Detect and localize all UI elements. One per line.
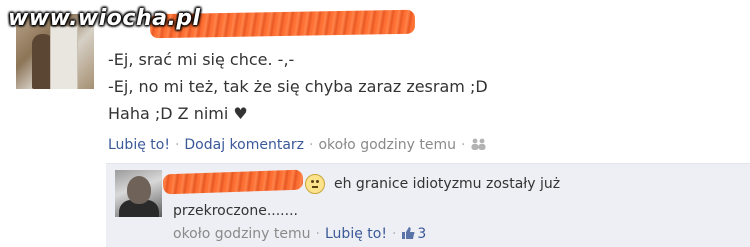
post-line-1: -Ej, srać mi się chce. -,-: [108, 50, 295, 69]
comment-text-line-2: przekroczone.......: [173, 203, 298, 219]
like-count-value: 3: [417, 226, 427, 242]
comment-actions: około godziny temu · Lubię to! · 3: [173, 224, 426, 242]
post-actions: Lubię to! · Dodaj komentarz · około godziny …: [108, 137, 488, 153]
watermark-logo: www.wiocha.pl: [8, 6, 201, 31]
separator: ·: [461, 137, 466, 153]
separator: ·: [174, 137, 180, 153]
people-icon[interactable]: [470, 138, 488, 150]
comment-timestamp[interactable]: około godziny temu: [173, 226, 311, 242]
post-line-2: -Ej, no mi też, tak że się chyba zaraz z…: [108, 77, 488, 96]
comment-like-link[interactable]: Lubię to!: [325, 226, 387, 242]
add-comment-link[interactable]: Dodaj komentarz: [184, 137, 304, 153]
thumbs-up-icon: [401, 226, 415, 240]
comment-like-count[interactable]: 3: [401, 226, 426, 242]
separator: ·: [391, 226, 397, 242]
post-line-3: Haha ;D Z nimi ♥: [108, 104, 248, 123]
smiley-icon: [305, 174, 325, 194]
commenter-avatar[interactable]: [115, 170, 162, 217]
comment-text-line-1: eh granice idiotyzmu zostały już: [334, 176, 561, 192]
separator: ·: [309, 137, 314, 153]
separator: ·: [315, 226, 320, 242]
like-link[interactable]: Lubię to!: [108, 137, 170, 153]
post-timestamp[interactable]: około godziny temu: [318, 137, 456, 153]
